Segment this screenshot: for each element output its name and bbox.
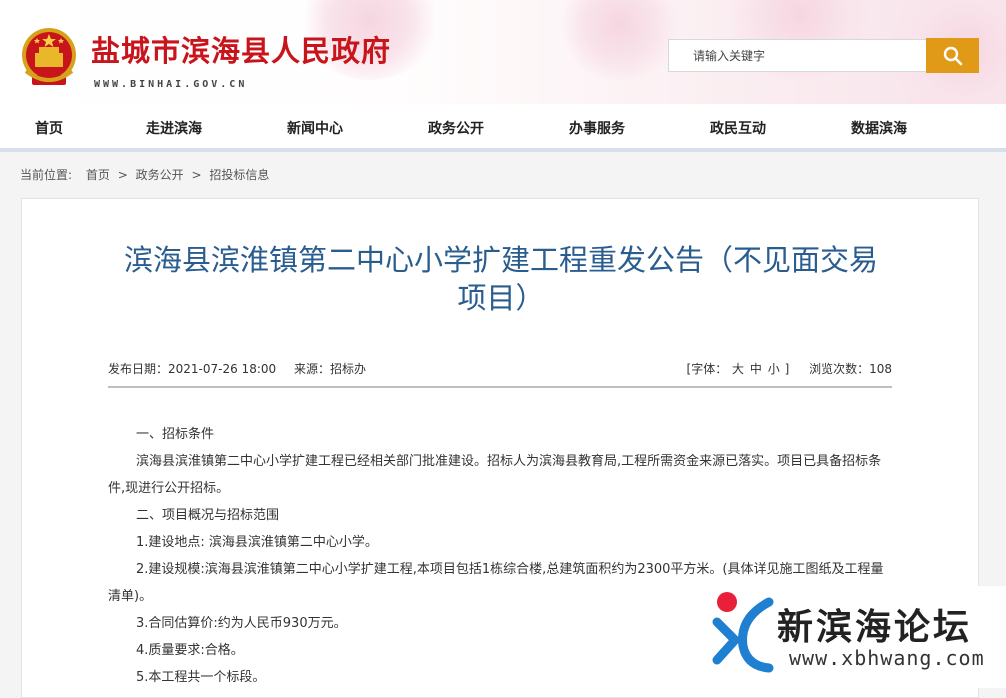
content-paragraph: 一、招标条件: [136, 427, 215, 442]
breadcrumb-item-home[interactable]: 首页: [86, 168, 110, 182]
national-emblem-icon: [22, 28, 76, 85]
site-url: WWW.BINHAI.GOV.CN: [94, 79, 248, 90]
font-size-small[interactable]: 小: [768, 362, 780, 376]
site-title[interactable]: 盐城市滨海县人民政府: [91, 28, 391, 70]
nav-item-interaction[interactable]: 政民互动: [710, 118, 766, 138]
watermark-url: www.xbhwang.com: [789, 646, 985, 670]
xbhwang-logo-icon: [712, 592, 774, 673]
nav-item-home[interactable]: 首页: [35, 118, 63, 138]
font-size-control: [字体： 大 中 小 ]: [687, 362, 794, 376]
content-paragraph: 二、项目概况与招标范围: [136, 508, 280, 523]
publish-date: 发布日期：2021-07-26 18:00: [108, 362, 277, 376]
site-header: 盐城市滨海县人民政府 WWW.BINHAI.GOV.CN: [0, 0, 1006, 104]
header-flower-decoration: [560, 0, 680, 80]
search-icon: [943, 46, 962, 65]
breadcrumb: 当前位置: 首页 > 政务公开 > 招投标信息: [20, 166, 269, 183]
nav-item-government-affairs[interactable]: 政务公开: [428, 118, 484, 138]
search-input[interactable]: [669, 40, 923, 71]
font-size-label: [字体：: [686, 362, 728, 376]
view-count: 浏览次数：108: [809, 362, 892, 376]
search-box: [668, 39, 926, 72]
article-meta: 发布日期：2021-07-26 18:00 来源：招标办 [字体： 大 中 小 …: [108, 360, 892, 388]
nav-item-data[interactable]: 数据滨海: [851, 118, 907, 138]
article-title: 滨海县滨淮镇第二中心小学扩建工程重发公告（不见面交易项目）: [123, 243, 878, 315]
article-source: 来源：招标办: [293, 362, 366, 376]
content-paragraph: 1.建设地点: 滨海县滨淮镇第二中心小学。: [136, 535, 378, 550]
content-paragraph: 滨海县滨淮镇第二中心小学扩建工程已经相关部门批准建设。招标人为滨海县教育局,工程…: [108, 454, 882, 496]
breadcrumb-item-government-affairs[interactable]: 政务公开: [136, 168, 184, 182]
font-size-close: ]: [784, 362, 790, 376]
font-size-medium[interactable]: 中: [750, 362, 762, 376]
search-button[interactable]: [926, 38, 979, 73]
main-nav: 首页 走进滨海 新闻中心 政务公开 办事服务 政民互动 数据滨海: [0, 104, 1006, 152]
nav-item-services[interactable]: 办事服务: [569, 118, 625, 138]
breadcrumb-separator: >: [191, 168, 202, 182]
breadcrumb-separator: >: [117, 168, 128, 182]
watermark-name: 新滨海论坛: [777, 607, 973, 648]
nav-item-about-binhai[interactable]: 走进滨海: [146, 118, 202, 138]
nav-item-news-center[interactable]: 新闻中心: [287, 118, 343, 138]
forum-watermark: 新滨海论坛 www.xbhwang.com: [705, 586, 1006, 688]
font-size-large[interactable]: 大: [732, 362, 744, 376]
breadcrumb-prefix: 当前位置:: [20, 168, 73, 182]
breadcrumb-item-bidding-info[interactable]: 招投标信息: [209, 168, 269, 182]
